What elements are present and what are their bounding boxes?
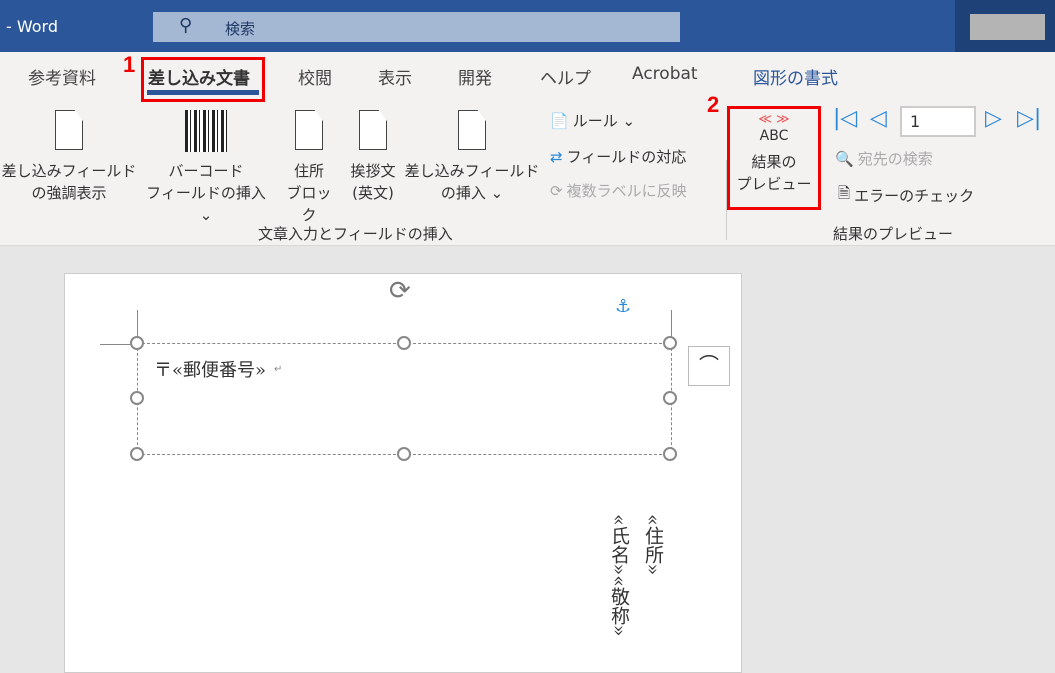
- button-label: プレビュー: [736, 175, 812, 193]
- resize-handle[interactable]: [130, 391, 144, 405]
- rotate-handle-icon[interactable]: ⟳: [389, 276, 411, 306]
- document-field-icon: [55, 110, 83, 150]
- rules-button[interactable]: 📄 ルール ⌄: [550, 110, 635, 131]
- greeting-line-icon: [359, 110, 387, 150]
- group-label-write-insert: 文章入力とフィールドの挿入: [258, 225, 453, 243]
- button-label: (英文): [352, 184, 394, 202]
- highlight-merge-fields-button[interactable]: 差し込みフィールド の強調表示: [0, 110, 138, 204]
- search-box[interactable]: ⚲ 検索: [153, 12, 680, 42]
- insert-merge-field-button[interactable]: 差し込みフィールド の挿入 ⌄: [404, 110, 540, 204]
- tab-references[interactable]: 参考資料: [28, 64, 96, 89]
- resize-handle[interactable]: [663, 447, 677, 461]
- last-record-icon[interactable]: ▷|: [1017, 106, 1041, 131]
- app-title: - Word: [6, 17, 58, 36]
- barcode-icon: [185, 110, 227, 152]
- button-label: 住所: [293, 162, 324, 180]
- button-label: 挨拶文: [350, 162, 396, 180]
- greeting-line-button[interactable]: 挨拶文 (英文): [342, 110, 404, 204]
- name-title-field[interactable]: «氏名»«敬称»: [606, 514, 633, 637]
- button-label: 差し込みフィールド: [1, 162, 137, 180]
- match-fields-icon: ⇄: [550, 147, 563, 166]
- resize-handle[interactable]: [397, 336, 411, 350]
- postal-code-field[interactable]: 〒«郵便番号»: [154, 356, 266, 382]
- resize-handle[interactable]: [397, 447, 411, 461]
- anchor-icon: ⚓: [615, 296, 632, 317]
- address-block-button[interactable]: 住所 ブロック: [280, 110, 338, 226]
- annotation-number-1: 1: [123, 52, 136, 77]
- button-label: バーコード: [168, 162, 244, 180]
- document-page[interactable]: ⟳ ⚓ 〒«郵便番号» ↵ ⌒ «住所» «氏名»«敬称»: [64, 273, 742, 673]
- check-errors-button[interactable]: 🗎 エラーのチェック: [838, 183, 974, 208]
- next-record-icon[interactable]: ▷: [985, 106, 1002, 131]
- title-bar: - Word ⚲ 検索: [0, 0, 1055, 52]
- merge-chevrons-icon: ≪ ≫: [758, 112, 790, 127]
- previous-record-icon[interactable]: ◁: [870, 106, 887, 131]
- tab-developer[interactable]: 開発: [458, 64, 492, 89]
- first-record-icon[interactable]: |◁: [833, 106, 857, 131]
- resize-handle[interactable]: [663, 391, 677, 405]
- button-label: フィールドの挿入 ⌄: [146, 184, 266, 224]
- tab-acrobat[interactable]: Acrobat: [632, 64, 698, 84]
- button-label: ルール ⌄: [572, 112, 636, 130]
- account-area[interactable]: [955, 0, 1055, 52]
- tab-help[interactable]: ヘルプ: [540, 64, 591, 89]
- text-box[interactable]: 〒«郵便番号» ↵: [137, 343, 672, 455]
- search-icon: ⚲: [179, 15, 193, 36]
- button-label: フィールドの対応: [566, 148, 687, 166]
- update-labels-icon: ⟳: [550, 181, 563, 200]
- button-label: 複数ラベルに反映: [566, 182, 687, 200]
- search-placeholder: 検索: [225, 20, 256, 38]
- rules-icon: 📄: [550, 111, 569, 130]
- find-recipient-icon: 🔍: [835, 149, 854, 168]
- button-label: の強調表示: [31, 184, 107, 202]
- tab-shape-format[interactable]: 図形の書式: [753, 64, 838, 89]
- barcode-field-button[interactable]: バーコード フィールドの挿入 ⌄: [138, 110, 274, 226]
- button-label: エラーのチェック: [854, 187, 975, 205]
- account-name-redacted: [970, 14, 1045, 40]
- record-number-input[interactable]: 1: [900, 106, 976, 137]
- check-errors-icon: 🗎: [838, 184, 851, 202]
- abc-icon: ABC: [759, 128, 789, 144]
- button-label: 宛先の検索: [857, 150, 933, 168]
- button-label: ブロック: [286, 184, 332, 224]
- tab-view[interactable]: 表示: [378, 64, 412, 89]
- resize-handle[interactable]: [663, 336, 677, 350]
- address-field[interactable]: «住所»: [640, 514, 667, 575]
- match-fields-button[interactable]: ⇄ フィールドの対応: [550, 146, 686, 167]
- update-labels-button[interactable]: ⟳ 複数ラベルに反映: [550, 180, 687, 201]
- annotation-number-2: 2: [707, 92, 720, 117]
- find-recipient-button[interactable]: 🔍 宛先の検索: [835, 148, 933, 169]
- annotation-box-1: [141, 57, 265, 102]
- resize-handle[interactable]: [130, 447, 144, 461]
- button-label: 結果の: [751, 153, 797, 171]
- preview-results-button[interactable]: ≪ ≫ ABC 結果の プレビュー: [727, 106, 821, 210]
- button-label: 差し込みフィールド: [404, 162, 540, 180]
- insert-field-icon: [458, 110, 486, 150]
- group-label-preview: 結果のプレビュー: [833, 225, 954, 243]
- ribbon: 参考資料 差し込み文書 1 校閲 表示 開発 ヘルプ Acrobat 図形の書式…: [0, 52, 1055, 246]
- resize-handle[interactable]: [130, 336, 144, 350]
- tab-review[interactable]: 校閲: [298, 64, 332, 89]
- paragraph-mark: ↵: [274, 364, 283, 375]
- address-block-icon: [295, 110, 323, 150]
- layout-options-icon[interactable]: ⌒: [688, 346, 730, 386]
- button-label: の挿入 ⌄: [440, 184, 504, 202]
